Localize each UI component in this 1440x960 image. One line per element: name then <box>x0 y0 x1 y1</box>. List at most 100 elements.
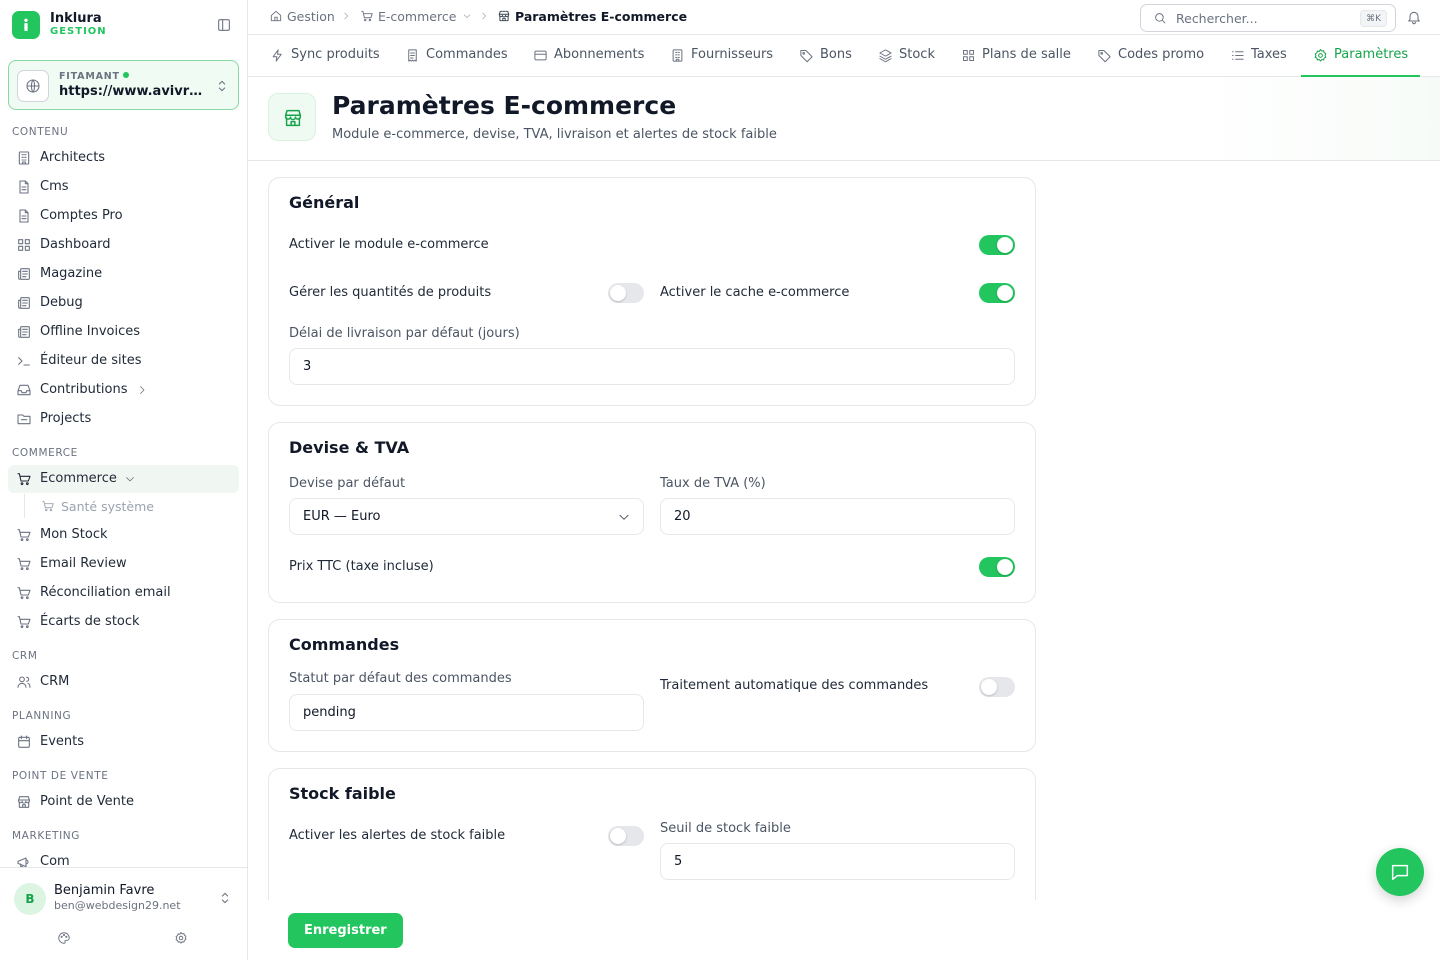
card-title: Général <box>289 193 360 212</box>
cart-icon <box>16 471 32 487</box>
topbar: Gestion E-commerce Paramètres E-commerce… <box>248 0 1440 34</box>
site-switcher[interactable]: FITAMANT https://www.avivre.fr <box>8 60 239 110</box>
breadcrumb-current-label: Paramètres E-commerce <box>515 9 688 24</box>
default-status-label: Statut par défaut des commandes <box>289 671 512 686</box>
sidebar-nav[interactable]: CONTENU Architects Cms Comptes Pro Dashb… <box>0 118 247 868</box>
site-url: https://www.avivre.fr <box>59 84 209 99</box>
chat-button[interactable] <box>1376 848 1424 896</box>
manage-quantities-toggle[interactable] <box>608 283 644 303</box>
chevron-up-down-icon[interactable] <box>214 78 230 94</box>
palette-icon[interactable] <box>57 931 71 945</box>
settings-content[interactable]: Général Activer le module e-commerce Gér… <box>248 161 1440 900</box>
search-shortcut: ⌘K <box>1360 10 1387 27</box>
calendar-icon <box>16 734 32 750</box>
sidebar-item-ecommerce[interactable]: Ecommerce <box>8 465 239 493</box>
default-currency-select[interactable]: EUR — Euro <box>289 498 644 535</box>
tab-label: Bons <box>820 47 852 62</box>
tab-bons[interactable]: Bons <box>799 35 859 77</box>
sidebar-item-point-de-vente[interactable]: Point de Vente <box>8 788 239 816</box>
default-status-input[interactable]: pending <box>289 694 644 731</box>
tab-commandes[interactable]: Commandes <box>405 35 510 77</box>
gear-icon[interactable] <box>174 931 188 945</box>
sidebar-item-label: Réconciliation email <box>40 585 171 600</box>
sidebar-item-crm[interactable]: CRM <box>8 668 239 696</box>
sidebar-item-cms[interactable]: Cms <box>8 173 239 201</box>
delivery-delay-value: 3 <box>303 359 312 374</box>
sidebar-item-email-review[interactable]: Email Review <box>8 550 239 578</box>
grid-icon <box>961 48 976 63</box>
sidebar-item-offline-invoices[interactable]: Offline Invoices <box>8 318 239 346</box>
tab-fournisseurs[interactable]: Fournisseurs <box>670 35 780 77</box>
sidebar-item-contributions[interactable]: Contributions <box>8 376 239 404</box>
delivery-delay-input[interactable]: 3 <box>289 348 1015 385</box>
sidebar-item-debug[interactable]: Debug <box>8 289 239 317</box>
enable-module-toggle[interactable] <box>979 235 1015 255</box>
tab-label: Paramètres <box>1334 47 1409 62</box>
bell-icon[interactable] <box>1406 9 1422 25</box>
user-menu[interactable]: B Benjamin Favre ben@webdesign29.net <box>0 867 247 960</box>
sidebar-item-label: Mon Stock <box>40 527 108 542</box>
card-title: Commandes <box>289 635 400 654</box>
auto-processing-toggle[interactable] <box>979 677 1015 697</box>
breadcrumb-root[interactable]: Gestion <box>269 9 335 24</box>
breadcrumb-current: Paramètres E-commerce <box>497 9 687 24</box>
chevron-right-icon <box>479 11 489 21</box>
sidebar-item-reconciliation-email[interactable]: Réconciliation email <box>8 579 239 607</box>
sidebar-item-architects[interactable]: Architects <box>8 144 239 172</box>
users-icon <box>16 674 32 690</box>
sidebar-item-com[interactable]: Com <box>8 848 239 868</box>
section-title-planning: PLANNING <box>12 710 72 722</box>
page-title: Paramètres E-commerce <box>332 91 677 120</box>
card-low-stock: Stock faible Activer les alertes de stoc… <box>268 768 1036 900</box>
tab-parametres[interactable]: Paramètres <box>1301 35 1420 77</box>
brand[interactable]: Inklura GESTION <box>12 11 236 41</box>
tab-codes-promo[interactable]: Codes promo <box>1097 35 1207 77</box>
tab-label: Sync produits <box>291 47 380 62</box>
breadcrumb-parent[interactable]: E-commerce <box>360 9 476 24</box>
card-title: Stock faible <box>289 784 396 803</box>
sidebar-item-projects[interactable]: Projects <box>8 405 239 433</box>
brand-name: Inklura <box>50 11 102 26</box>
vat-rate-input[interactable]: 20 <box>660 498 1015 535</box>
save-button[interactable]: Enregistrer <box>288 913 403 948</box>
sidebar-item-label: Dashboard <box>40 237 111 252</box>
site-status-dot <box>122 72 129 78</box>
tab-stock[interactable]: Stock <box>878 35 940 77</box>
low-stock-threshold-input[interactable]: 5 <box>660 843 1015 880</box>
sidebar-item-magazine[interactable]: Magazine <box>8 260 239 288</box>
sidebar-item-comptes-pro[interactable]: Comptes Pro <box>8 202 239 230</box>
sidebar-subitem-sante-systeme[interactable]: Santé système <box>24 494 239 518</box>
sidebar-item-label: Debug <box>40 295 83 310</box>
tab-sync-produits[interactable]: Sync produits <box>270 35 380 77</box>
tag-icon <box>1097 48 1112 63</box>
tab-plans-de-salle[interactable]: Plans de salle <box>961 35 1076 77</box>
prices-ttc-label: Prix TTC (taxe incluse) <box>289 559 434 574</box>
sidebar-item-label: Com <box>40 854 70 868</box>
tab-label: Fournisseurs <box>691 47 774 62</box>
tab-abonnements[interactable]: Abonnements <box>533 35 648 77</box>
delivery-delay-label: Délai de livraison par défaut (jours) <box>289 326 520 341</box>
chevron-up-down-icon[interactable] <box>217 890 233 906</box>
building-icon <box>670 48 685 63</box>
enable-module-label: Activer le module e-commerce <box>289 237 489 252</box>
sidebar-item-ecarts-de-stock[interactable]: Écarts de stock <box>8 608 239 636</box>
sidebar-item-editeur-de-sites[interactable]: Éditeur de sites <box>8 347 239 375</box>
avatar: B <box>14 883 46 915</box>
tab-bar: Sync produits Commandes Abonnements Four… <box>248 34 1440 77</box>
sidebar-item-label: Ecommerce <box>40 471 117 486</box>
manage-quantities-label: Gérer les quantités de produits <box>289 285 492 300</box>
sidebar-item-mon-stock[interactable]: Mon Stock <box>8 521 239 549</box>
enable-cache-toggle[interactable] <box>979 283 1015 303</box>
low-stock-alerts-toggle[interactable] <box>608 826 644 846</box>
cart-icon <box>16 585 32 601</box>
prices-ttc-toggle[interactable] <box>979 557 1015 577</box>
sidebar-item-events[interactable]: Events <box>8 728 239 756</box>
sidebar-item-label: CRM <box>40 674 70 689</box>
sidebar-item-label: Email Review <box>40 556 127 571</box>
sidebar-toggle-icon[interactable] <box>216 17 232 33</box>
tab-taxes[interactable]: Taxes <box>1230 35 1290 77</box>
chevron-down-icon <box>617 510 631 524</box>
home-icon <box>269 9 283 23</box>
sidebar-item-dashboard[interactable]: Dashboard <box>8 231 239 259</box>
search-input[interactable]: Rechercher... ⌘K <box>1140 4 1396 32</box>
